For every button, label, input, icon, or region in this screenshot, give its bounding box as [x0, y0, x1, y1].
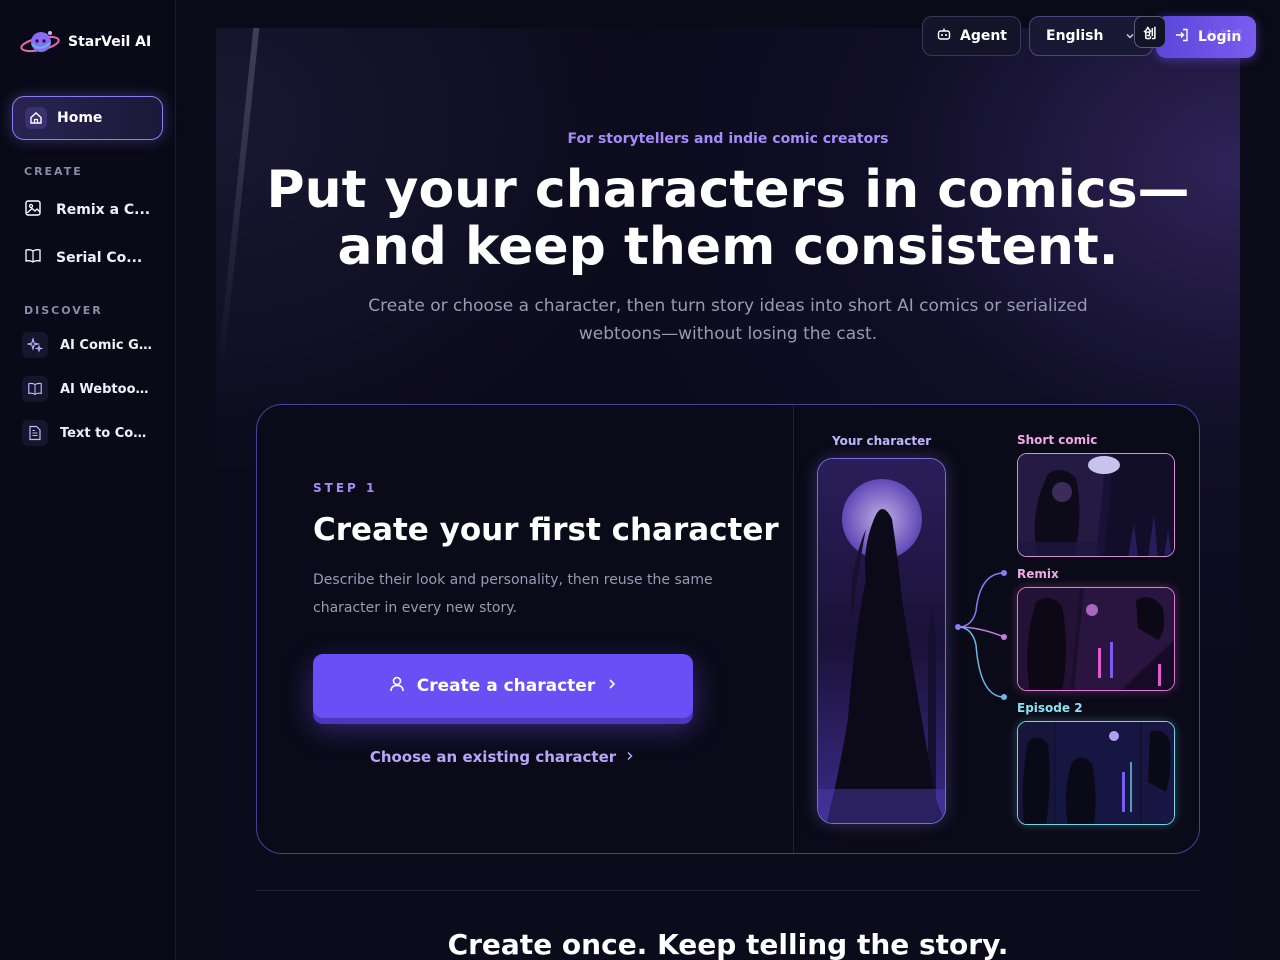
sidebar-item-serial-comic[interactable]: Serial Co...: [24, 247, 164, 269]
next-section-title: Create once. Keep telling the story.: [447, 928, 1009, 960]
sidebar-item-remix[interactable]: Remix a C...: [24, 199, 164, 221]
brand[interactable]: StarVeil AI: [20, 28, 151, 56]
card-description: Describe their look and personality, the…: [313, 572, 713, 616]
hero-title-line2: and keep them consistent.: [337, 217, 1119, 277]
label-remix: Remix: [1017, 567, 1059, 581]
starveil-logo-icon: [20, 28, 60, 56]
choose-existing-character-link[interactable]: Choose an existing character: [313, 748, 693, 766]
create-character-label: Create a character: [416, 676, 596, 696]
sidebar-section-discover: DISCOVER: [24, 304, 103, 317]
sidebar-item-label: Home: [57, 110, 103, 126]
image-icon: [24, 199, 42, 221]
sidebar-item-ai-comic-generator[interactable]: AI Comic Ge...: [22, 332, 162, 358]
sidebar-item-label: AI Comic Ge...: [60, 337, 156, 353]
create-character-button[interactable]: Create a character: [313, 654, 693, 718]
user-icon: [387, 674, 407, 699]
short-comic-image: [1017, 453, 1175, 557]
sidebar-section-create: CREATE: [24, 165, 83, 178]
step-label: STEP 1: [313, 481, 378, 495]
sidebar-item-label: Text to Comic: [60, 425, 156, 441]
episode-2-image: [1017, 721, 1175, 825]
label-your-character: Your character: [832, 434, 932, 448]
home-icon: [25, 107, 47, 129]
sidebar-item-home[interactable]: Home: [12, 96, 163, 140]
sidebar: StarVeil AI Home CREATE Remix a C... Ser…: [0, 0, 176, 960]
book-icon: [22, 376, 48, 402]
label-episode-2: Episode 2: [1017, 701, 1083, 715]
sidebar-item-label: AI Webtoon ...: [60, 381, 156, 397]
sparkle-icon: [22, 332, 48, 358]
ai-watermark: AI 生成: [1206, 28, 1243, 41]
document-icon: [22, 420, 48, 446]
login-icon: [1174, 27, 1190, 47]
chevron-right-icon: [605, 676, 619, 696]
robot-icon: [936, 26, 952, 46]
floating-badge[interactable]: 创: [1134, 16, 1166, 48]
sidebar-item-label: Serial Co...: [56, 250, 143, 266]
card-divider: [793, 405, 794, 853]
agent-button-label: Agent: [959, 28, 1007, 44]
section-divider: [256, 890, 1200, 891]
agent-button[interactable]: Agent: [922, 16, 1021, 56]
remix-image: [1017, 587, 1175, 691]
hero-title: Put your characters in comics— and keep …: [216, 162, 1240, 276]
brand-name: StarVeil AI: [68, 34, 152, 50]
card-title: Create your first character: [313, 512, 779, 548]
language-value: English: [1046, 28, 1104, 44]
sidebar-item-text-to-comic[interactable]: Text to Comic: [22, 420, 162, 446]
hero-eyebrow: For storytellers and indie comic creator…: [567, 131, 889, 147]
label-short-comic: Short comic: [1017, 433, 1098, 447]
connector-lines: [955, 570, 1007, 700]
sidebar-item-ai-webtoon[interactable]: AI Webtoon ...: [22, 376, 162, 402]
chevron-right-icon: [624, 748, 636, 766]
character-portrait-image: [817, 458, 946, 824]
hero-subtitle: Create or choose a character, then turn …: [368, 296, 1088, 344]
book-icon: [24, 247, 42, 269]
hero-title-line1: Put your characters in comics—: [266, 160, 1190, 220]
choose-existing-label: Choose an existing character: [369, 748, 617, 766]
sidebar-item-label: Remix a C...: [56, 202, 151, 218]
